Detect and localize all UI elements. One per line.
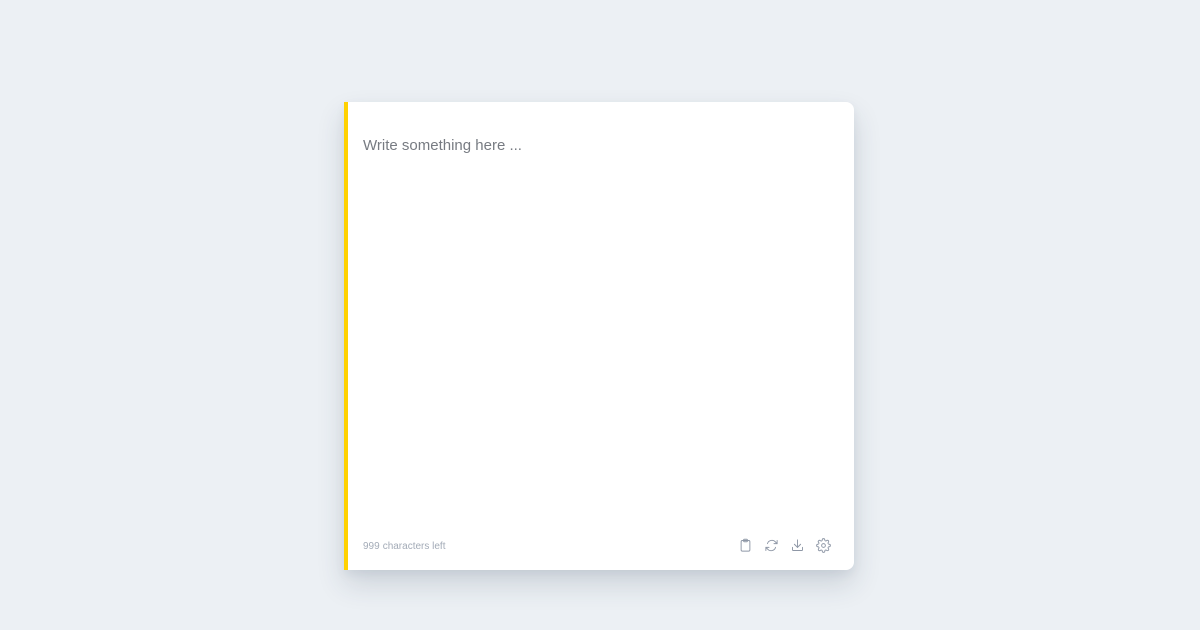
note-editor[interactable] bbox=[363, 132, 833, 512]
editor-footer: 999 characters left bbox=[363, 534, 832, 556]
refresh-icon bbox=[765, 539, 778, 551]
reset-button[interactable] bbox=[763, 537, 780, 554]
gear-icon bbox=[816, 537, 831, 553]
accent-bar bbox=[344, 102, 348, 570]
download-icon bbox=[792, 538, 803, 551]
clipboard-icon bbox=[740, 538, 751, 552]
characters-left-count: 999 bbox=[363, 541, 380, 552]
characters-left-label: characters left bbox=[382, 541, 446, 552]
editor-actions bbox=[737, 537, 832, 554]
character-counter: 999 characters left bbox=[363, 541, 446, 552]
copy-button[interactable] bbox=[737, 537, 754, 554]
settings-button[interactable] bbox=[815, 537, 832, 554]
note-card: 999 characters left bbox=[344, 102, 854, 570]
download-button[interactable] bbox=[789, 537, 806, 554]
